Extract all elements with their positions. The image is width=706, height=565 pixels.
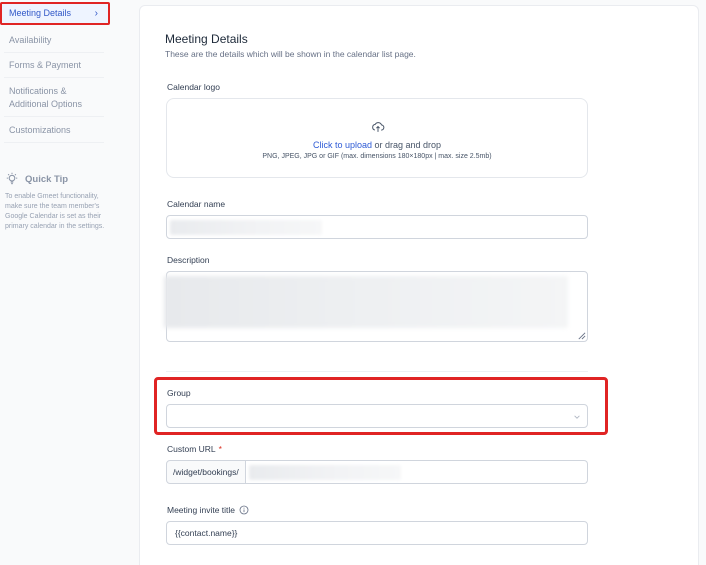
- sidebar-item-availability[interactable]: Availability: [0, 34, 104, 47]
- redacted-value: [170, 220, 322, 235]
- invite-title-label-text: Meeting invite title: [167, 505, 236, 515]
- lightbulb-icon: [6, 172, 18, 185]
- invite-title-value: {{contact.name}}: [175, 528, 238, 538]
- invite-title-label: Meeting invite title: [167, 505, 249, 515]
- page-title: Meeting Details: [165, 32, 248, 46]
- upload-instruction: Click to upload or drag and drop: [167, 140, 587, 150]
- quick-tip-header: Quick Tip: [5, 172, 105, 186]
- redacted-value: [248, 465, 401, 480]
- group-select[interactable]: [166, 404, 588, 428]
- sidebar-item-label: Customizations: [9, 125, 71, 135]
- info-icon[interactable]: [239, 505, 249, 515]
- divider: [4, 116, 104, 117]
- logo-upload-dropzone[interactable]: Click to upload or drag and drop PNG, JP…: [166, 98, 588, 178]
- sidebar-item-label: Forms & Payment: [9, 60, 82, 70]
- redacted-value: [164, 276, 568, 328]
- custom-url-prefix: /widget/bookings/: [166, 460, 246, 484]
- invite-title-input[interactable]: {{contact.name}}: [166, 521, 588, 545]
- custom-url-label: Custom URL *: [167, 444, 222, 454]
- custom-url-label-text: Custom URL: [167, 444, 216, 454]
- sidebar-item-label: Meeting Details: [9, 8, 72, 18]
- required-asterisk: *: [218, 444, 222, 454]
- sidebar-item-meeting-details[interactable]: Meeting Details ›: [0, 2, 110, 25]
- sidebar-item-notifications[interactable]: Notifications & Additional Options: [0, 85, 92, 111]
- upload-hint: PNG, JPEG, JPG or GIF (max. dimensions 1…: [262, 153, 492, 160]
- chevron-right-icon: ›: [94, 8, 98, 19]
- custom-url-input[interactable]: [245, 460, 588, 484]
- page-subtitle: These are the details which will be show…: [165, 49, 416, 59]
- description-textarea[interactable]: [164, 271, 588, 342]
- resize-handle-icon[interactable]: [577, 331, 586, 340]
- upload-drag-text: or drag and drop: [372, 140, 442, 150]
- upload-cloud-icon: [372, 122, 385, 132]
- quick-tip-title: Quick Tip: [25, 173, 69, 185]
- page: Meeting Details › Availability Forms & P…: [0, 0, 706, 565]
- calendar-name-input[interactable]: [166, 215, 588, 239]
- custom-url-field: /widget/bookings/: [166, 460, 588, 484]
- click-to-upload-link[interactable]: Click to upload: [313, 140, 372, 150]
- divider: [4, 142, 104, 143]
- sidebar-item-customizations[interactable]: Customizations: [0, 124, 104, 137]
- sidebar-item-label: Availability: [9, 35, 52, 45]
- sidebar-item-label: Notifications & Additional Options: [9, 86, 83, 109]
- chevron-down-icon: [574, 415, 580, 419]
- sidebar: Meeting Details › Availability Forms & P…: [0, 0, 112, 565]
- calendar-logo-label: Calendar logo: [167, 82, 220, 92]
- divider: [4, 52, 104, 53]
- quick-tip-text: To enable Gmeet functionality, make sure…: [5, 193, 105, 230]
- sidebar-item-forms-payment[interactable]: Forms & Payment: [0, 59, 104, 72]
- calendar-name-label: Calendar name: [167, 199, 226, 209]
- divider: [4, 77, 104, 78]
- quick-tip: Quick Tip To enable Gmeet functionality,…: [5, 172, 105, 232]
- description-label: Description: [167, 255, 210, 265]
- meeting-details-card: Meeting Details These are the details wh…: [139, 5, 699, 565]
- group-label: Group: [167, 388, 191, 398]
- section-divider: [166, 371, 588, 372]
